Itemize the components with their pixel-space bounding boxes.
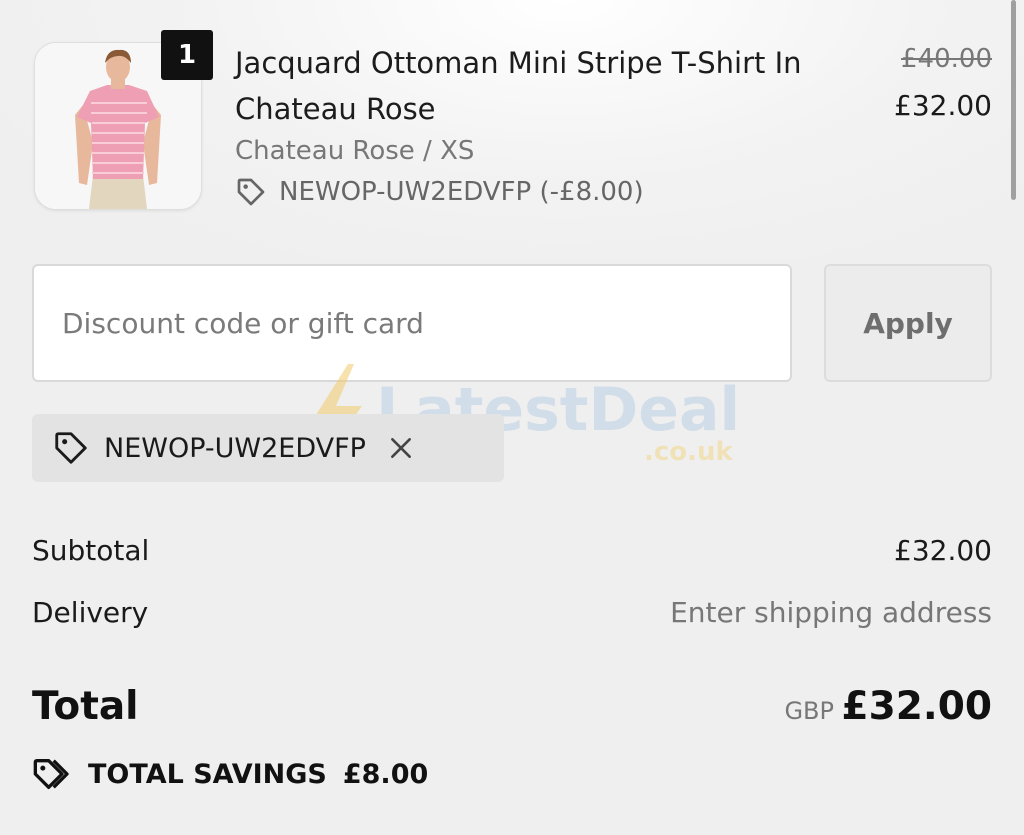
total-savings-value: £8.00 <box>342 758 429 790</box>
discount-code-input[interactable] <box>32 264 792 382</box>
tag-icon <box>55 432 87 464</box>
original-price: £40.00 <box>901 44 992 74</box>
close-icon <box>390 438 411 458</box>
discount-chip-code: NEWOP-UW2EDVFP <box>104 432 366 464</box>
total-savings-label: TOTAL SAVINGS <box>88 758 327 790</box>
quantity-badge: 1 <box>161 30 213 80</box>
scrollbar[interactable] <box>1011 0 1016 200</box>
savings-tags-icon <box>33 759 69 789</box>
total-label: Total <box>32 684 139 729</box>
delivery-label: Delivery <box>32 596 149 629</box>
apply-button[interactable]: Apply <box>824 264 992 382</box>
subtotal-label: Subtotal <box>32 534 150 567</box>
product-title: Jacquard Ottoman Mini Stripe T-Shirt In … <box>235 46 802 126</box>
discounted-price: £32.00 <box>894 89 992 122</box>
applied-discount-text: NEWOP-UW2EDVFP (-£8.00) <box>279 177 644 207</box>
svg-text:.co.uk: .co.uk <box>644 437 734 467</box>
product-variant: Chateau Rose / XS <box>235 136 475 166</box>
discount-chip: NEWOP-UW2EDVFP <box>32 414 504 482</box>
total-value: £32.00 <box>841 684 993 729</box>
tag-icon <box>237 178 265 206</box>
remove-discount-button[interactable] <box>388 435 414 461</box>
currency-code: GBP <box>784 697 834 725</box>
delivery-value: Enter shipping address <box>670 596 992 629</box>
applied-discount-line: NEWOP-UW2EDVFP (-£8.00) <box>235 176 644 208</box>
total-savings: TOTAL SAVINGS £8.00 <box>32 754 428 794</box>
subtotal-value: £32.00 <box>894 534 992 567</box>
